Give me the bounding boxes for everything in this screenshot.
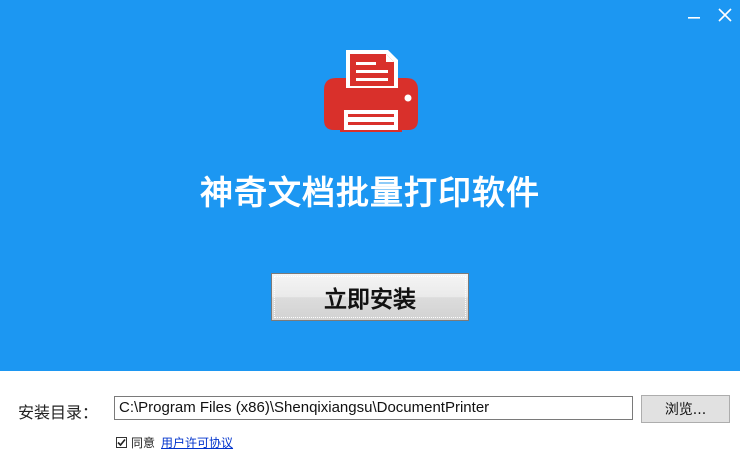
printer-icon — [324, 50, 418, 132]
checkmark-icon — [117, 438, 126, 446]
install-now-label: 立即安装 — [324, 287, 416, 313]
close-icon — [718, 8, 732, 22]
install-directory-label: 安装目录： — [18, 403, 99, 422]
agree-label: 同意 — [131, 435, 156, 450]
agree-checkbox[interactable] — [116, 436, 127, 448]
install-now-button[interactable]: 立即安装 — [271, 273, 469, 321]
agreement-row: 同意 用户许可协议 — [116, 434, 233, 450]
banner: 神奇文档批量打印软件 立即安装 — [0, 0, 740, 371]
license-agreement-link[interactable]: 用户许可协议 — [161, 434, 233, 451]
minimize-button[interactable] — [683, 4, 705, 26]
install-directory-input[interactable]: C:\Program Files (x86)\Shenqixiangsu\Doc… — [114, 396, 633, 420]
app-title: 神奇文档批量打印软件 — [200, 173, 540, 212]
browse-button[interactable]: 浏览... — [641, 395, 730, 423]
minimize-icon — [688, 17, 700, 19]
browse-label: 浏览... — [664, 402, 707, 418]
close-button[interactable] — [714, 4, 736, 26]
